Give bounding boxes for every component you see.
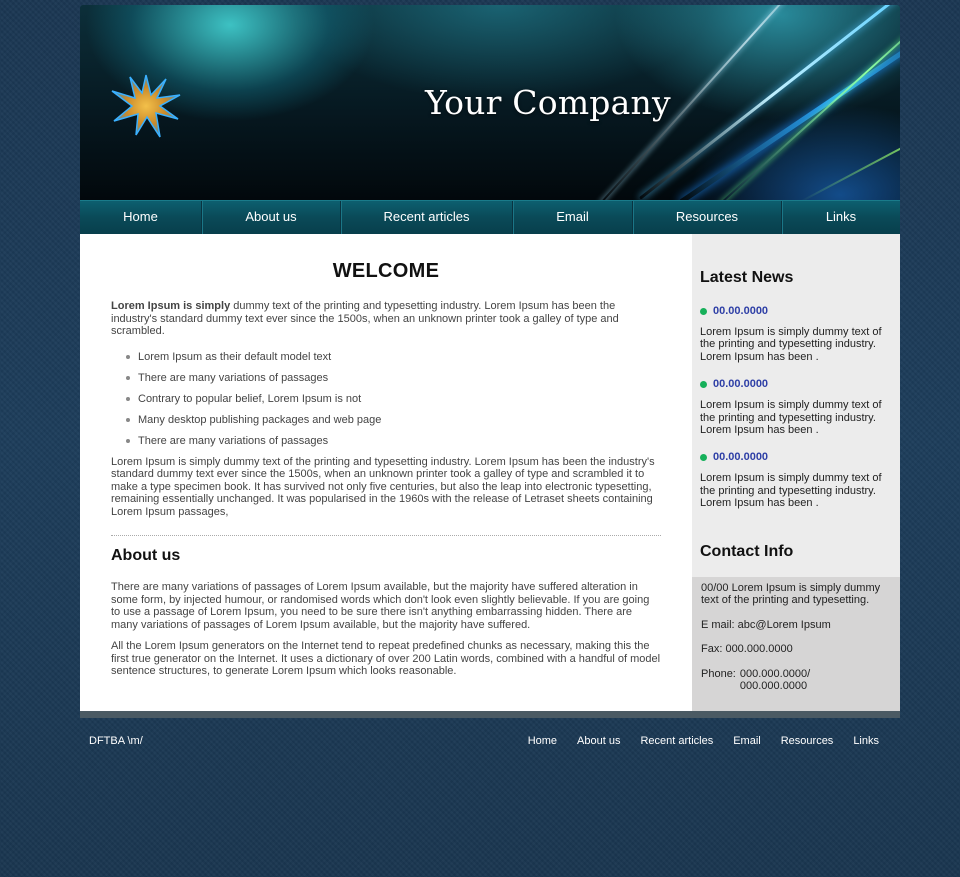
about-paragraph-2: All the Lorem Ipsum generators on the In… — [111, 640, 661, 677]
phone-number-1: 000.000.0000/ — [739, 667, 811, 680]
latest-news-title: Latest News — [700, 269, 794, 286]
contact-phone: Phone: 000.000.0000/ 000.000.0000 — [701, 668, 892, 693]
phone-label: Phone: — [701, 667, 736, 680]
nav-item-about-us[interactable]: About us — [202, 201, 341, 234]
footer-link-email[interactable]: Email — [733, 735, 761, 747]
light-beam — [678, 5, 900, 200]
bullet-dot-icon — [700, 307, 707, 315]
news-date[interactable]: 00.00.0000 — [700, 451, 892, 463]
news-item: 00.00.0000 Lorem Ipsum is simply dummy t… — [700, 451, 892, 509]
page-title: WELCOME — [332, 260, 440, 282]
list-item: There are many variations of passages — [126, 372, 661, 384]
contact-header: Contact Info — [692, 536, 900, 577]
news-item: 00.00.0000 Lorem Ipsum is simply dummy t… — [700, 378, 892, 436]
contact-address: 00/00 Lorem Ipsum is simply dummy text o… — [701, 582, 881, 607]
nav-item-resources[interactable]: Resources — [633, 201, 782, 234]
about-paragraph-1: There are many variations of passages of… — [111, 581, 650, 631]
company-title: Your Company — [425, 83, 671, 122]
content-bottom-bar — [80, 711, 900, 718]
intro-bold-text: Lorem Ipsum is simply — [111, 300, 231, 312]
nav-item-email[interactable]: Email — [513, 201, 633, 234]
footer-links: Home About us Recent articles Email Resource… — [528, 735, 879, 747]
news-date[interactable]: 00.00.0000 — [700, 378, 892, 390]
dotted-divider — [111, 535, 661, 536]
list-item: Lorem Ipsum as their default model text — [126, 351, 661, 363]
contact-title: Contact Info — [700, 543, 794, 560]
latest-news-section: Latest News 00.00.0000 Lorem Ipsum is si… — [692, 234, 900, 536]
news-date-text[interactable]: 00.00.0000 — [713, 451, 768, 463]
content-area: WELCOME Lorem Ipsum is simply dummy text… — [80, 234, 900, 711]
phone-number-2: 000.000.0000 — [739, 680, 808, 693]
starburst-icon — [110, 73, 182, 139]
contact-info-box: 00/00 Lorem Ipsum is simply dummy text o… — [692, 577, 900, 711]
bullet-dot-icon — [700, 453, 707, 461]
nav-item-links[interactable]: Links — [782, 201, 900, 234]
main-nav: Home About us Recent articles Email Resource… — [80, 200, 900, 234]
list-item: Many desktop publishing packages and web… — [126, 414, 661, 426]
footer-link-home[interactable]: Home — [528, 735, 557, 747]
footer: DFTBA \m/ Home About us Recent articles Ema… — [80, 735, 900, 747]
news-text: Lorem Ipsum is simply dummy text of the … — [700, 472, 882, 510]
list-item: Contrary to popular belief, Lorem Ipsum … — [126, 393, 661, 405]
intro-paragraph: Lorem Ipsum is simply dummy text of the … — [111, 300, 661, 338]
footer-link-resources[interactable]: Resources — [781, 735, 834, 747]
sidebar: Latest News 00.00.0000 Lorem Ipsum is si… — [692, 234, 900, 711]
news-date-text[interactable]: 00.00.0000 — [713, 378, 768, 390]
footer-link-links[interactable]: Links — [853, 735, 879, 747]
nav-item-recent-articles[interactable]: Recent articles — [341, 201, 513, 234]
news-item: 00.00.0000 Lorem Ipsum is simply dummy t… — [700, 305, 892, 363]
contact-email: E mail: abc@Lorem Ipsum — [701, 618, 831, 631]
news-text: Lorem Ipsum is simply dummy text of the … — [700, 326, 882, 363]
news-text: Lorem Ipsum is simply dummy text of the … — [700, 399, 882, 437]
about-heading: About us — [111, 547, 181, 564]
light-beam — [799, 79, 900, 200]
main-column: WELCOME Lorem Ipsum is simply dummy text… — [80, 234, 692, 711]
news-date-text[interactable]: 00.00.0000 — [713, 305, 768, 317]
bullet-dot-icon — [700, 380, 707, 388]
header-banner: Your Company — [80, 5, 900, 200]
contact-fax: Fax: 000.000.0000 — [701, 643, 793, 656]
nav-item-home[interactable]: Home — [80, 201, 202, 234]
footer-link-about-us[interactable]: About us — [577, 735, 620, 747]
list-item: There are many variations of passages — [126, 435, 661, 447]
body-paragraph: Lorem Ipsum is simply dummy text of the … — [111, 455, 655, 518]
light-beam — [719, 5, 900, 200]
footer-copyright: DFTBA \m/ — [89, 735, 143, 747]
phone-numbers: 000.000.0000/ 000.000.0000 — [740, 668, 810, 693]
feature-list: Lorem Ipsum as their default model text … — [126, 351, 661, 447]
footer-link-recent-articles[interactable]: Recent articles — [640, 735, 713, 747]
page-wrapper: Your Company Home About us Recent articles… — [80, 5, 900, 747]
news-date[interactable]: 00.00.0000 — [700, 305, 892, 317]
